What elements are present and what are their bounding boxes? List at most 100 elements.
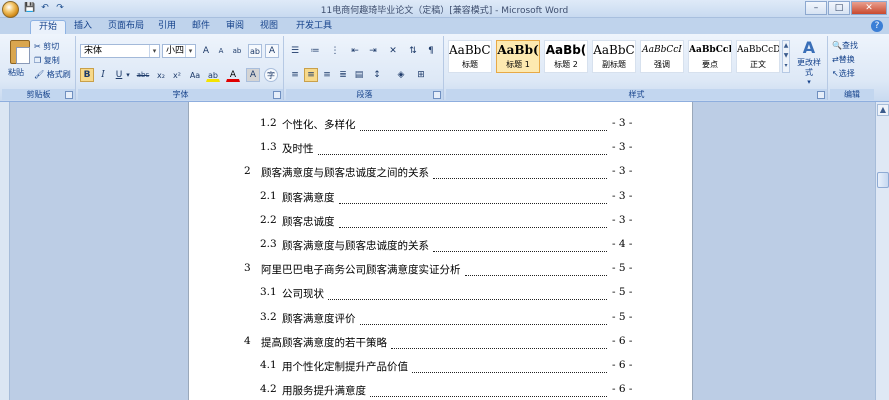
- enclose-characters-button[interactable]: 字: [264, 68, 278, 82]
- toc-entry-title: 用个性化定制提升产品价值: [282, 361, 408, 373]
- cut-button[interactable]: ✂ 剪切: [34, 40, 59, 53]
- style-title[interactable]: AaBbC( 标题: [448, 40, 492, 73]
- bold-button[interactable]: B: [80, 68, 94, 82]
- toc-entry[interactable]: 1.2 个性化、多样化 - 3 -: [189, 117, 692, 133]
- grow-font-icon[interactable]: A: [199, 44, 213, 58]
- style-emphasis[interactable]: AaBbCcI 强调: [640, 40, 684, 73]
- ribbon-tabs: 开始 插入 页面布局 引用 邮件 审阅 视图 开发工具 ?: [0, 18, 889, 34]
- highlight-color-button[interactable]: ab: [206, 68, 220, 82]
- align-center-icon[interactable]: ≡: [304, 68, 318, 82]
- style-sample: AaBbCcD: [689, 45, 731, 55]
- tab-view[interactable]: 视图: [252, 20, 286, 34]
- toc-entry-title: 用服务提升满意度: [282, 385, 366, 398]
- strikethrough-button[interactable]: abc: [134, 68, 152, 82]
- align-right-icon[interactable]: ≡: [320, 68, 334, 82]
- phonetic-guide-icon[interactable]: ab: [248, 44, 262, 58]
- paste-icon[interactable]: [10, 40, 30, 64]
- copy-label: 复制: [43, 56, 60, 65]
- styles-launcher-icon[interactable]: [817, 91, 825, 99]
- toc-entry[interactable]: 4.2 用服务提升满意度 - 6 -: [189, 383, 692, 399]
- toc-entry[interactable]: 2.1 顾客满意度 - 3 -: [189, 190, 692, 206]
- maximize-button[interactable]: □: [828, 1, 850, 15]
- toc-entry[interactable]: 4 提高顾客满意度的若干策略 - 6 -: [189, 334, 692, 351]
- asian-layout-icon[interactable]: ✕: [386, 44, 400, 58]
- scroll-up-icon[interactable]: ▲: [877, 104, 889, 116]
- vertical-scrollbar[interactable]: ▲: [875, 102, 889, 400]
- style-normal[interactable]: AaBbCcDc 正文: [736, 40, 780, 73]
- toc-entry[interactable]: 3.2 顾客满意度评价 - 5 -: [189, 310, 692, 327]
- toc-entry[interactable]: 2.2 顾客忠诚度 - 3 -: [189, 214, 692, 230]
- format-painter-button[interactable]: 🖌 格式刷: [34, 68, 71, 81]
- justify-icon[interactable]: ≣: [336, 68, 350, 82]
- font-name-select[interactable]: 宋体 ▾: [80, 44, 160, 58]
- scrollbar-thumb[interactable]: [877, 172, 889, 188]
- toc-entry-page: - 5 -: [612, 262, 633, 275]
- font-color-button[interactable]: A: [226, 68, 240, 82]
- paste-button[interactable]: 粘贴: [8, 66, 24, 79]
- style-strong[interactable]: AaBbCcD 要点: [688, 40, 732, 73]
- copy-button[interactable]: ❐ 复制: [34, 54, 60, 67]
- tab-review[interactable]: 审阅: [218, 20, 252, 34]
- toc-entry-number: 3.2: [260, 310, 277, 323]
- clipboard-launcher-icon[interactable]: [65, 91, 73, 99]
- character-border-icon[interactable]: A: [265, 44, 279, 58]
- tab-home[interactable]: 开始: [30, 20, 67, 34]
- shading-icon[interactable]: ◈: [394, 68, 408, 82]
- style-subtitle[interactable]: AaBbC 副标题: [592, 40, 636, 73]
- font-launcher-icon[interactable]: [273, 91, 281, 99]
- tab-insert[interactable]: 插入: [66, 20, 100, 34]
- help-icon[interactable]: ?: [871, 20, 883, 32]
- underline-dropdown-icon[interactable]: ▾: [124, 68, 132, 82]
- paragraph-launcher-icon[interactable]: [433, 91, 441, 99]
- borders-icon[interactable]: ⊞: [414, 68, 428, 82]
- numbering-icon[interactable]: ≔: [308, 44, 322, 58]
- distributed-icon[interactable]: ▤: [352, 68, 366, 82]
- toc-entry[interactable]: 1.3 及时性 - 3 -: [189, 141, 692, 157]
- document-page[interactable]: 1.2 个性化、多样化 - 3 - 1.3 及时性 - 3 - 2 顾客满意度与顾客忠诚度之间…: [188, 102, 693, 400]
- font-size-select[interactable]: 小四 ▾: [162, 44, 196, 58]
- style-heading-2[interactable]: AaBb( 标题 2: [544, 40, 588, 73]
- toc-entry-number: 4.2: [260, 383, 277, 396]
- toc-entry[interactable]: 4.1 用个性化定制提升产品价值 - 6 -: [189, 359, 692, 375]
- multilevel-list-icon[interactable]: ⋮: [328, 44, 342, 58]
- increase-indent-icon[interactable]: ⇥: [366, 44, 380, 58]
- italic-button[interactable]: I: [96, 68, 110, 82]
- minimize-button[interactable]: –: [805, 1, 827, 15]
- shrink-font-icon[interactable]: A: [214, 44, 228, 58]
- toc-entry[interactable]: 3 阿里巴巴电子商务公司顾客满意度实证分析 - 5 -: [189, 262, 692, 278]
- change-case-icon[interactable]: Aa: [188, 68, 202, 82]
- change-styles-button[interactable]: A 更改样式 ▾: [794, 38, 824, 86]
- tab-mailings[interactable]: 邮件: [184, 20, 218, 34]
- toc-entry-number: 4: [244, 334, 251, 347]
- style-heading-1[interactable]: AaBb( 标题 1: [496, 40, 540, 73]
- select-button[interactable]: ↖选择: [832, 67, 855, 80]
- character-shading-button[interactable]: A: [246, 68, 260, 82]
- replace-button[interactable]: ⇄替换: [832, 53, 855, 66]
- find-button[interactable]: 🔍查找: [832, 39, 858, 52]
- styles-scroll[interactable]: ▲ ▼ ▾: [782, 40, 790, 73]
- style-name: 正文: [750, 60, 766, 69]
- subscript-button[interactable]: x₂: [154, 68, 168, 82]
- show-marks-icon[interactable]: ¶: [424, 44, 438, 58]
- toc-entry-page: - 6 -: [612, 359, 633, 371]
- toc-entry-title: 阿里巴巴电子商务公司顾客满意度实证分析: [261, 264, 461, 277]
- styles-group: AaBbC( 标题 AaBb( 标题 1 AaBb( 标题 2 AaBbC 副标…: [446, 36, 828, 100]
- tab-page-layout[interactable]: 页面布局: [100, 20, 152, 34]
- sort-icon[interactable]: ⇅: [406, 44, 420, 58]
- toc-entry-number: 4.1: [260, 359, 277, 371]
- decrease-indent-icon[interactable]: ⇤: [348, 44, 362, 58]
- toc-leader-dots: [359, 311, 607, 325]
- toc-entry[interactable]: 2.3 顾客满意度与顾客忠诚度的关系 - 4 -: [189, 238, 692, 254]
- toc-entry[interactable]: 3.1 公司现状 - 5 -: [189, 286, 692, 302]
- line-spacing-icon[interactable]: ↕: [370, 68, 384, 82]
- font-name-value: 宋体: [84, 46, 103, 56]
- close-button[interactable]: ✕: [851, 1, 887, 15]
- tab-developer[interactable]: 开发工具: [288, 20, 340, 34]
- superscript-button[interactable]: x²: [170, 68, 184, 82]
- align-left-icon[interactable]: ≡: [288, 68, 302, 82]
- toc-entry[interactable]: 2 顾客满意度与顾客忠诚度之间的关系 - 3 -: [189, 165, 692, 181]
- clear-formatting-icon[interactable]: ab: [230, 44, 244, 58]
- tab-references[interactable]: 引用: [150, 20, 184, 34]
- bullets-icon[interactable]: ☰: [288, 44, 302, 58]
- brush-icon: 🖌: [34, 70, 47, 79]
